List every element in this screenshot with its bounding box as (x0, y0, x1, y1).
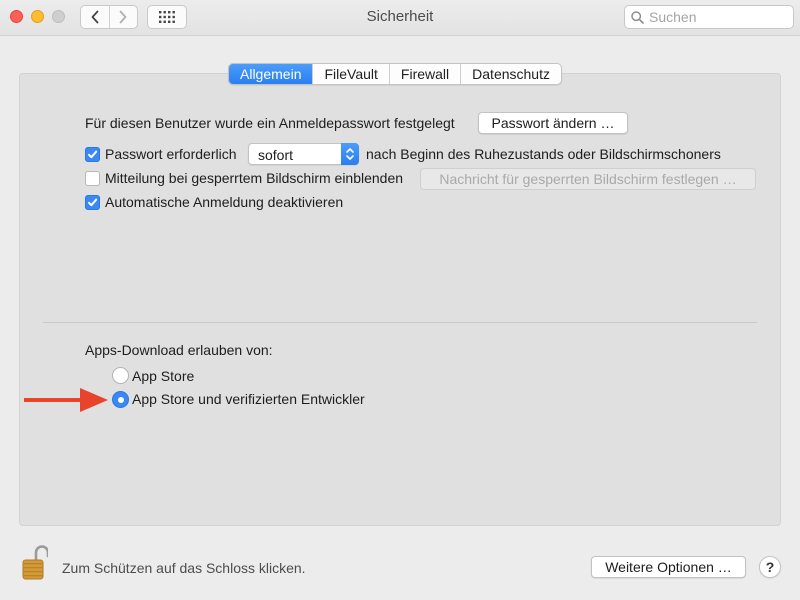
window-title: Sicherheit (366, 8, 434, 25)
login-password-text: Für diesen Benutzer wurde ein Anmeldepas… (85, 115, 455, 131)
change-password-button[interactable]: Passwort ändern … (478, 112, 628, 134)
radio-app-store-identified-label: App Store und verifizierten Entwickler (132, 391, 365, 407)
grid-icon (159, 11, 175, 23)
tab-bar: Allgemein FileVault Firewall Datenschutz (228, 63, 562, 85)
back-button[interactable] (81, 6, 109, 28)
close-window-button[interactable] (10, 10, 23, 23)
disable-autologin-label: Automatische Anmeldung deaktivieren (105, 194, 344, 210)
show-message-label: Mitteilung bei gesperrtem Bildschirm ein… (105, 170, 404, 186)
lock-hint-text: Zum Schützen auf das Schloss klicken. (62, 560, 306, 576)
password-delay-select[interactable]: sofort (248, 143, 359, 165)
lock-icon[interactable] (22, 544, 48, 580)
more-options-button[interactable]: Weitere Optionen … (591, 556, 746, 578)
tab-allgemein[interactable]: Allgemein (229, 64, 313, 84)
minimize-window-button[interactable] (31, 10, 44, 23)
set-lock-message-button[interactable]: Nachricht für gesperrten Bildschirm fest… (420, 168, 756, 190)
zoom-window-button[interactable] (52, 10, 65, 23)
forward-button[interactable] (108, 6, 138, 28)
title-bar: Sicherheit (0, 0, 800, 36)
tab-firewall[interactable]: Firewall (388, 64, 460, 84)
password-delay-value: sofort (258, 147, 294, 163)
content-panel (19, 73, 781, 526)
navigation-buttons (80, 5, 138, 29)
search-input[interactable] (649, 9, 787, 25)
chevron-right-icon (119, 10, 127, 24)
tab-datenschutz[interactable]: Datenschutz (460, 64, 561, 84)
tab-filevault[interactable]: FileVault (312, 64, 388, 84)
radio-app-store-identified[interactable] (112, 391, 129, 408)
annotation-arrow-icon (24, 388, 108, 412)
require-password-suffix: nach Beginn des Ruhezustands oder Bildsc… (366, 146, 721, 162)
require-password-checkbox[interactable] (85, 147, 100, 162)
section-divider (43, 322, 757, 323)
checkmark-icon (88, 150, 98, 159)
select-arrows-icon (341, 143, 359, 165)
chevron-left-icon (91, 10, 99, 24)
disable-autologin-checkbox[interactable] (85, 195, 100, 210)
require-password-label: Passwort erforderlich (105, 146, 237, 162)
show-message-checkbox[interactable] (85, 171, 100, 186)
show-all-button[interactable] (147, 5, 187, 29)
search-field[interactable] (624, 5, 794, 29)
checkmark-icon (88, 198, 98, 207)
radio-app-store-label: App Store (132, 368, 195, 384)
radio-app-store[interactable] (112, 367, 129, 384)
apps-download-heading: Apps-Download erlauben von: (85, 342, 273, 358)
search-icon (631, 10, 644, 24)
help-button[interactable]: ? (759, 556, 781, 578)
